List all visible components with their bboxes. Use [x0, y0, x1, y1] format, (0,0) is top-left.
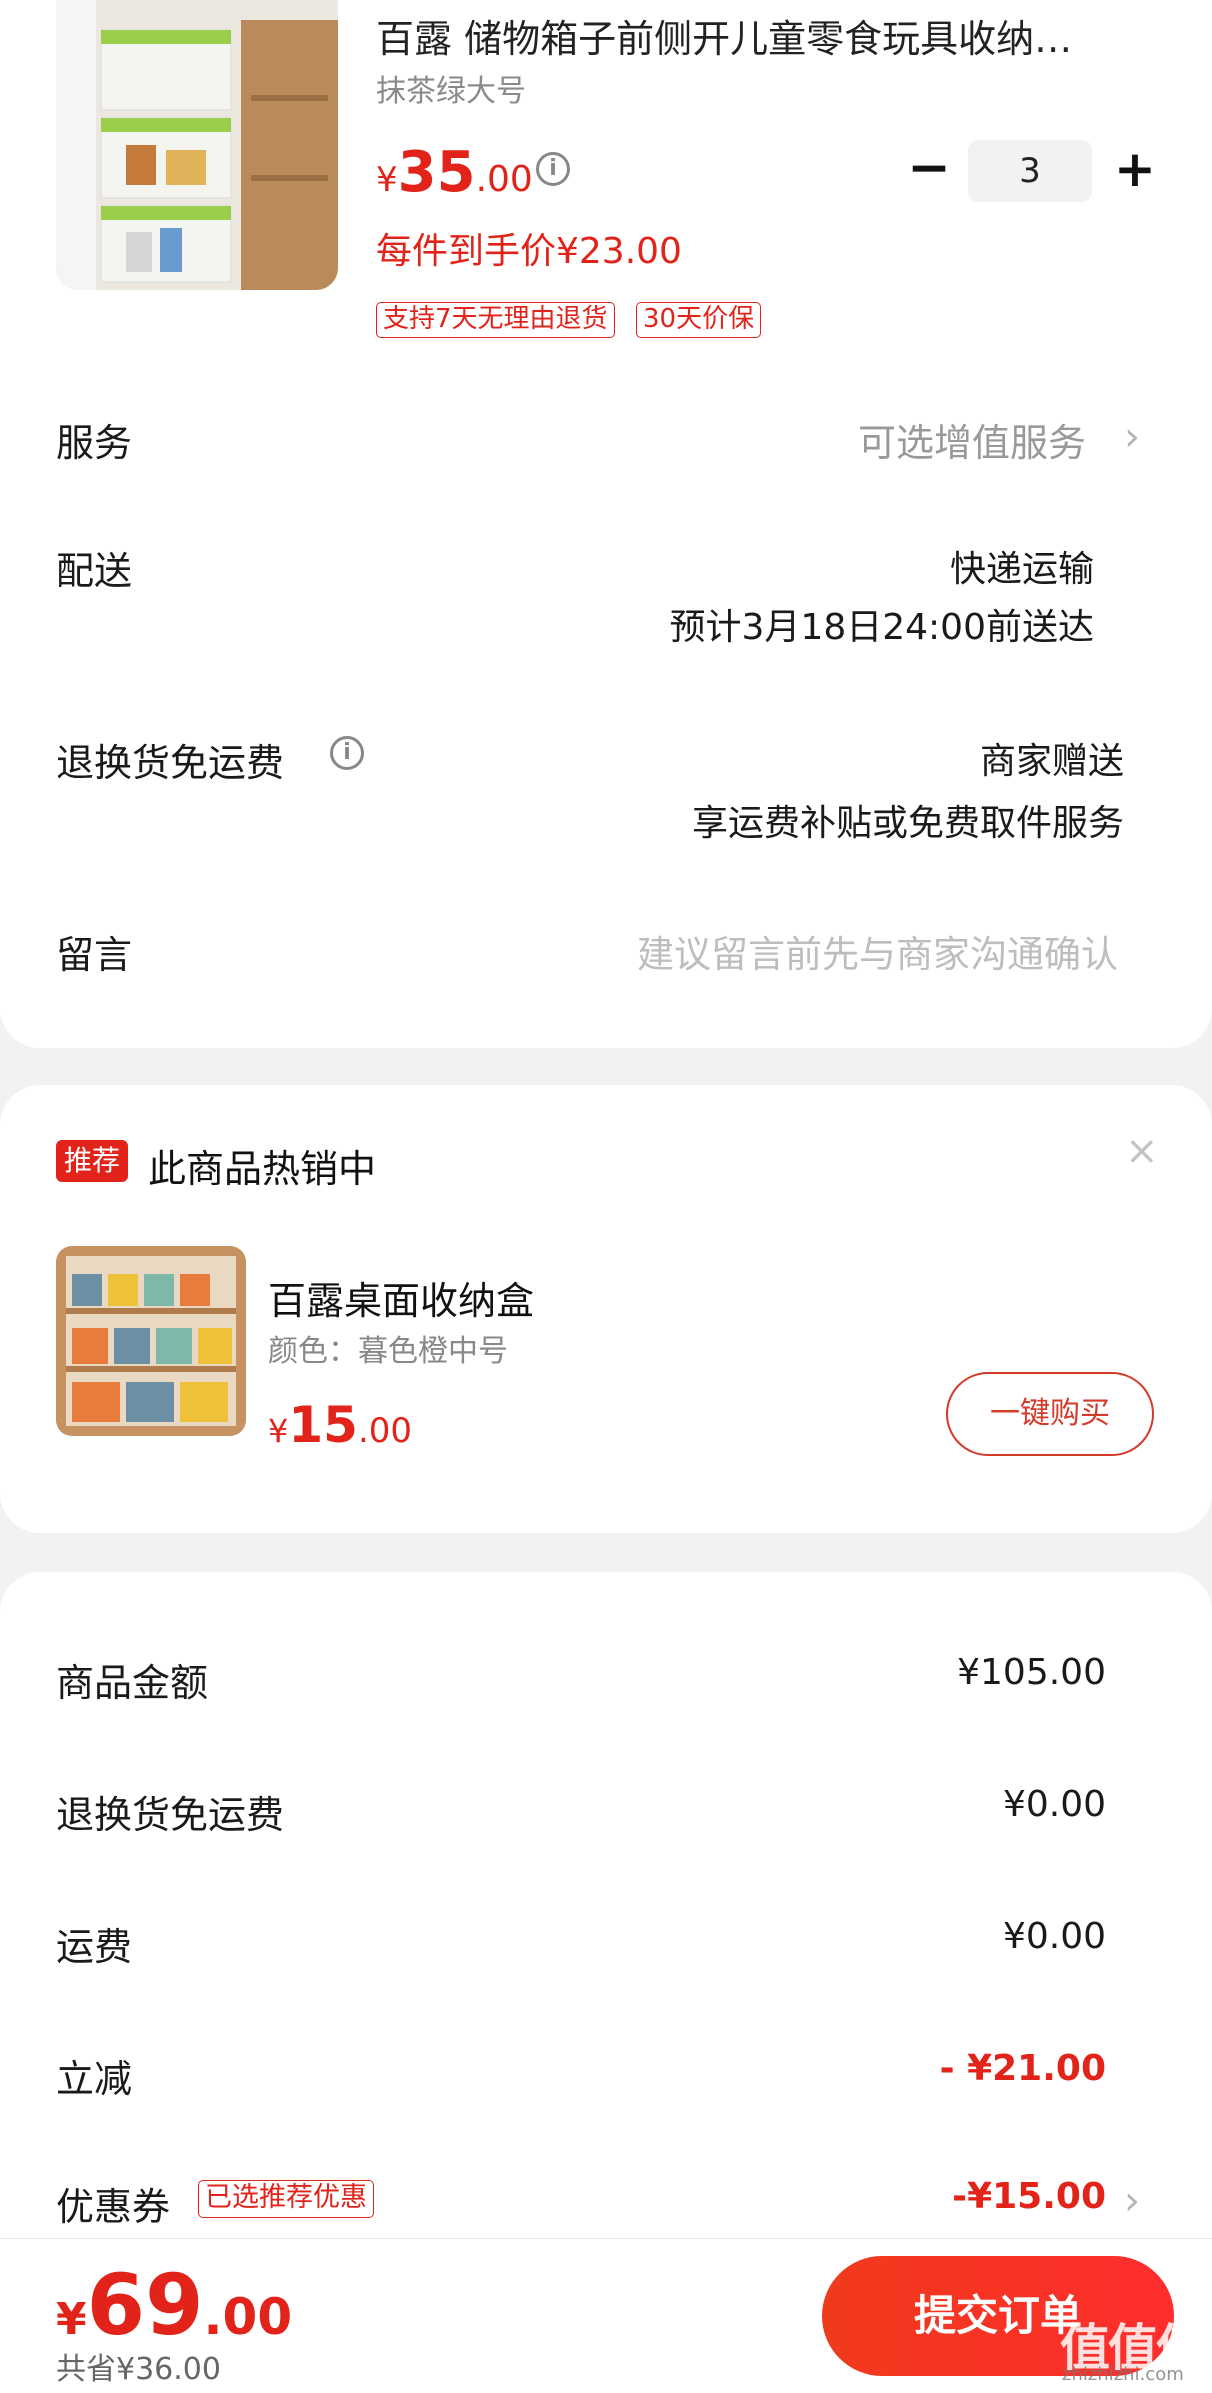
coupon-chevron-icon[interactable]: ›: [1124, 2178, 1140, 2224]
recommend-price-integer: 15: [288, 1396, 358, 1454]
coupon-label: 优惠券: [56, 2185, 171, 2229]
coupon-value[interactable]: -¥15.00: [952, 2176, 1106, 2217]
price-currency: ¥: [376, 160, 398, 200]
shipping-label: 运费: [56, 1925, 133, 1969]
quantity-decrease-button[interactable]: −: [906, 140, 952, 200]
total-price: ¥69.00: [56, 2256, 292, 2354]
price-decimal: .00: [475, 159, 533, 200]
delivery-eta: 预计3月18日24:00前送达: [669, 607, 1094, 648]
per-item-price: 每件到手价¥23.00: [376, 231, 682, 272]
total-currency: ¥: [56, 2294, 87, 2345]
recommend-price-decimal: .00: [357, 1411, 413, 1451]
recommend-price: ¥15.00: [268, 1396, 412, 1454]
return-fee-label: 退换货免运费: [56, 1793, 285, 1837]
recommend-price-currency: ¥: [268, 1412, 289, 1450]
return-shipping-label: 退换货免运费: [56, 741, 285, 785]
total-decimal: .00: [203, 2288, 293, 2346]
price-info-icon[interactable]: i: [536, 152, 570, 186]
one-click-buy-button[interactable]: 一键购买: [946, 1372, 1154, 1456]
return-shipping-info-icon[interactable]: i: [330, 736, 364, 770]
discount-value: - ¥21.00: [939, 2048, 1106, 2089]
close-icon[interactable]: ×: [1125, 1128, 1159, 1174]
quantity-input[interactable]: 3: [968, 140, 1092, 202]
service-value[interactable]: 可选增值服务: [858, 412, 1086, 467]
total-integer: 69: [86, 2256, 204, 2354]
goods-amount-value: ¥105.00: [957, 1652, 1106, 1693]
return-shipping-value: 商家赠送: [979, 741, 1124, 782]
product-variant[interactable]: 抹茶绿大号: [376, 66, 526, 110]
quantity-increase-button[interactable]: +: [1110, 140, 1160, 200]
product-thumbnail[interactable]: [56, 0, 338, 290]
product-price: ¥35.00: [376, 140, 533, 205]
product-title[interactable]: 百露 储物箱子前侧开儿童零食玩具收纳…: [376, 8, 1136, 63]
return-fee-value: ¥0.00: [1002, 1784, 1106, 1825]
coupon-tag: 已选推荐优惠: [198, 2180, 374, 2218]
recommend-badge: 推荐: [56, 1140, 129, 1182]
watermark-url: zhizhizhi.com: [1062, 2364, 1184, 2385]
return-policy-tag: 支持7天无理由退货: [376, 302, 615, 338]
price-protection-tag: 30天价保: [636, 302, 762, 338]
recommend-thumbnail[interactable]: [56, 1246, 246, 1436]
delivery-label: 配送: [56, 549, 133, 593]
discount-label: 立减: [56, 2057, 133, 2101]
recommend-title: 此商品热销中: [148, 1147, 377, 1191]
return-shipping-desc: 享运费补贴或免费取件服务: [691, 803, 1124, 844]
service-chevron-icon[interactable]: ›: [1124, 414, 1140, 460]
saved-amount: 共省¥36.00: [56, 2352, 221, 2387]
message-label: 留言: [56, 933, 133, 977]
recommend-color: 颜色：暮色橙中号: [268, 1334, 508, 1369]
price-integer: 35: [397, 140, 476, 205]
message-input[interactable]: 建议留言前先与商家沟通确认: [637, 924, 1118, 978]
recommend-name[interactable]: 百露桌面收纳盒: [268, 1270, 534, 1325]
service-label: 服务: [56, 421, 133, 465]
delivery-method[interactable]: 快递运输: [950, 540, 1094, 592]
goods-amount-label: 商品金额: [56, 1661, 209, 1705]
shipping-value: ¥0.00: [1002, 1916, 1106, 1957]
